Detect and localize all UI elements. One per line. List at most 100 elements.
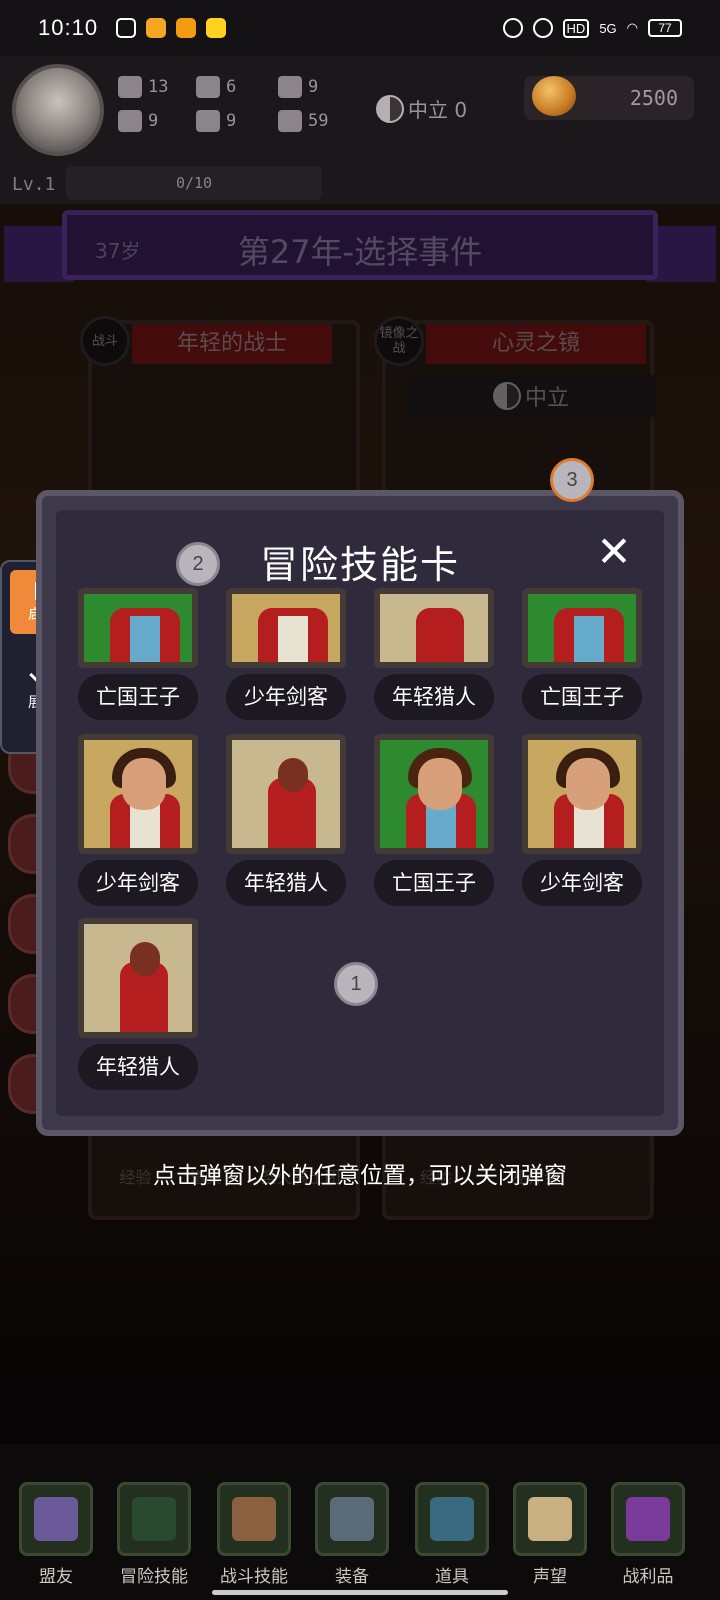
stat-defense: 9 (196, 110, 236, 132)
home-indicator[interactable] (212, 1590, 508, 1595)
bottom-nav: 盟友 冒险技能 战斗技能 装备 道具 声望 战利品 (0, 1444, 720, 1600)
stat-value: 6 (226, 77, 237, 97)
tap-marker: 3 (550, 458, 594, 502)
skill-card-name: 少年剑客 (226, 674, 346, 720)
fist-icon (118, 76, 142, 98)
portrait-image (522, 734, 642, 854)
nav-label: 战利品 (622, 1567, 674, 1587)
speed-icon (532, 18, 553, 38)
food-app-icon (176, 18, 197, 38)
backpack-icon (217, 1482, 291, 1556)
nav-loot[interactable]: 战利品 (602, 1482, 694, 1587)
nav-battle-skills[interactable]: 战斗技能 (208, 1482, 300, 1587)
avatar[interactable] (12, 64, 104, 156)
level-label: Lv.1 (12, 174, 56, 195)
yin-yang-icon (376, 94, 404, 123)
stat-luck: 9 (118, 110, 158, 132)
skill-card-name: 少年剑客 (522, 860, 642, 906)
skill-card-name: 年轻猎人 (78, 1044, 198, 1090)
skill-card-name: 亡国王子 (374, 860, 494, 906)
modal-title: 冒险技能卡 (259, 543, 460, 587)
skill-card-name: 年轻猎人 (226, 860, 346, 906)
skill-card-name: 亡国王子 (78, 674, 198, 720)
portrait-image (226, 588, 346, 668)
portrait-image (374, 588, 494, 668)
stat-magic: 9 (278, 76, 318, 98)
skill-card[interactable]: 年轻猎人 (78, 918, 208, 1090)
hd-icon: HD (562, 18, 590, 38)
portrait-image (78, 734, 198, 854)
skill-card[interactable]: 少年剑客 (522, 734, 652, 906)
nav-label: 道具 (435, 1567, 469, 1587)
stat-value: 59 (308, 111, 329, 131)
coin-icon (532, 76, 576, 116)
nav-label: 盟友 (39, 1567, 73, 1587)
hammer-icon (196, 76, 220, 98)
tap-marker: 1 (334, 962, 378, 1006)
network-icon: 5G (599, 20, 617, 36)
alignment-display: 中立 0 (376, 94, 467, 123)
skill-card-grid: 亡国王子 少年剑客 年轻猎人 亡国王子 少年剑客 年轻猎人 亡国王子 少年剑客 … (78, 588, 658, 1112)
nav-label: 装备 (335, 1567, 369, 1587)
wizard-hat-icon (278, 76, 302, 98)
video-app-icon (146, 18, 167, 38)
portrait-image (78, 588, 198, 668)
treasure-chest-icon (611, 1482, 685, 1556)
clover-icon (118, 110, 142, 132)
nav-adventure-skills[interactable]: 冒险技能 (108, 1482, 200, 1587)
skill-card-name: 年轻猎人 (374, 674, 494, 720)
close-hint: 点击弹窗以外的任意位置，可以关闭弹窗 (153, 1163, 567, 1189)
book-icon (117, 1482, 191, 1556)
stat-spirit: 59 (278, 110, 328, 132)
skill-card[interactable]: 少年剑客 (226, 588, 356, 720)
nav-label: 冒险技能 (120, 1567, 188, 1587)
nav-reputation[interactable]: 声望 (504, 1482, 596, 1587)
gold-display: 2500 (524, 76, 694, 120)
handshake-icon (19, 1482, 93, 1556)
skill-card[interactable]: 亡国王子 (78, 588, 208, 720)
player-header: 13 6 9 9 9 59 中立 0 2500 Lv.1 0/10 (0, 56, 720, 204)
modal-body: 冒险技能卡 ✕ 亡国王子 少年剑客 年轻猎人 亡国王子 少年剑客 年轻猎人 亡国… (56, 510, 664, 1116)
nav-label: 战斗技能 (220, 1567, 288, 1587)
portrait-image (226, 734, 346, 854)
portrait-image (522, 588, 642, 668)
skill-card[interactable]: 少年剑客 (78, 734, 208, 906)
nav-label: 声望 (533, 1567, 567, 1587)
bag-icon (415, 1482, 489, 1556)
nav-allies[interactable]: 盟友 (10, 1482, 102, 1587)
stat-craft: 6 (196, 76, 236, 98)
stat-value: 9 (308, 77, 319, 97)
armor-icon (196, 110, 220, 132)
notification-icons (116, 18, 227, 38)
close-icon[interactable]: ✕ (592, 530, 636, 574)
nav-equipment[interactable]: 装备 (306, 1482, 398, 1587)
skill-card[interactable]: 年轻猎人 (374, 588, 504, 720)
status-bar: 10:10 HD 5G ◠ 77 (0, 0, 720, 56)
skill-card-name: 亡国王子 (522, 674, 642, 720)
skill-card[interactable]: 亡国王子 (374, 734, 504, 906)
portrait-image (78, 918, 198, 1038)
skill-card[interactable]: 亡国王子 (522, 588, 652, 720)
wifi-icon: ◠ (626, 20, 638, 35)
status-time: 10:10 (38, 15, 99, 40)
stat-value: 13 (148, 77, 169, 97)
exp-bar: 0/10 (66, 166, 322, 200)
tap-marker: 2 (176, 542, 220, 586)
portrait-image (374, 734, 494, 854)
scroll-icon (513, 1482, 587, 1556)
nav-items[interactable]: 道具 (406, 1482, 498, 1587)
gold-value: 2500 (629, 86, 678, 110)
meituan-app-icon (206, 18, 227, 38)
crossed-swords-icon (315, 1482, 389, 1556)
alarm-icon (502, 18, 523, 38)
stat-value: 9 (148, 111, 159, 131)
wings-icon (278, 110, 302, 132)
skill-card-modal: 冒险技能卡 ✕ 亡国王子 少年剑客 年轻猎人 亡国王子 少年剑客 年轻猎人 亡国… (36, 490, 684, 1136)
alignment-text: 中立 0 (408, 98, 468, 122)
tv-app-icon (116, 18, 137, 38)
stat-value: 9 (226, 111, 237, 131)
battery-icon: 77 (648, 19, 682, 37)
skill-card-name: 少年剑客 (78, 860, 198, 906)
skill-card[interactable]: 年轻猎人 (226, 734, 356, 906)
stat-strength: 13 (118, 76, 168, 98)
